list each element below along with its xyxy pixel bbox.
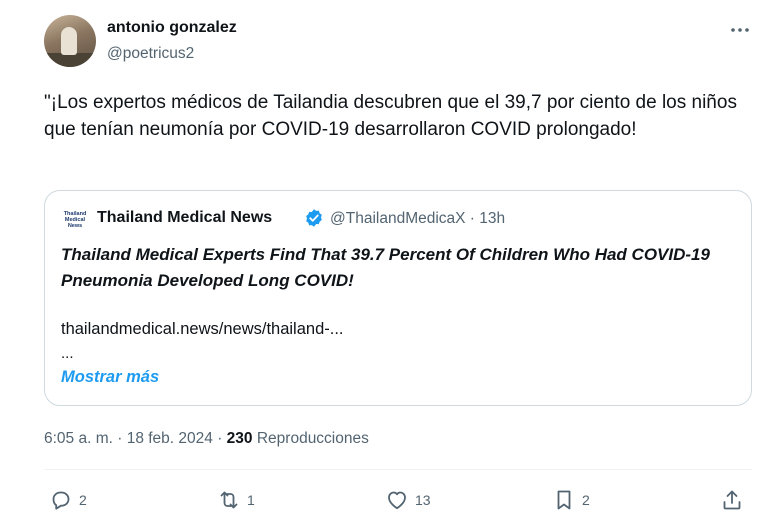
author-avatar[interactable] [44,15,96,67]
retweet-count: 1 [247,492,255,508]
heart-icon [388,491,406,510]
reply-icon [52,491,70,510]
retweet-icon [220,491,238,509]
post-timestamp[interactable]: 6:05 a. m. · 18 feb. 2024 · [44,430,227,447]
views-label: Reproducciones [252,430,369,447]
avatar-figure [61,27,77,55]
quote-source-logo: Thailand Medical News [63,211,87,229]
tweet-text: "¡Los expertos médicos de Tailandia desc… [44,92,737,140]
bookmark-button[interactable]: 2 [552,487,590,513]
bookmark-count: 2 [582,492,590,508]
like-count: 13 [415,492,431,508]
author-name[interactable]: antonio gonzalez [107,19,237,37]
verified-badge-icon [306,209,322,227]
quote-ellipsis: ... [61,345,74,362]
share-button[interactable] [720,487,744,513]
show-more-link[interactable]: Mostrar más [61,368,159,387]
reply-count: 2 [79,492,87,508]
quote-author-handle-time: @ThailandMedicaX · 13h [330,210,506,227]
share-icon [723,490,741,510]
retweet-button[interactable]: 1 [217,487,255,513]
bookmark-icon [557,490,571,510]
divider [44,469,752,470]
like-button[interactable]: 13 [385,487,431,513]
quote-headline: Thailand Medical Experts Find That 39.7 … [61,245,710,290]
post-meta: 6:05 a. m. · 18 feb. 2024 · 230 Reproduc… [44,430,369,448]
more-horizontal-icon[interactable] [728,18,752,42]
reply-button[interactable]: 2 [49,487,87,513]
avatar-ground [44,53,96,67]
quote-author-name[interactable]: Thailand Medical News [97,209,272,227]
views-count: 230 [226,430,253,447]
quoted-post-card[interactable]: Thailand Medical News Thailand Medical N… [44,190,752,406]
quote-link[interactable]: thailandmedical.news/news/thailand-... [61,320,344,339]
author-handle[interactable]: @poetricus2 [107,45,194,63]
